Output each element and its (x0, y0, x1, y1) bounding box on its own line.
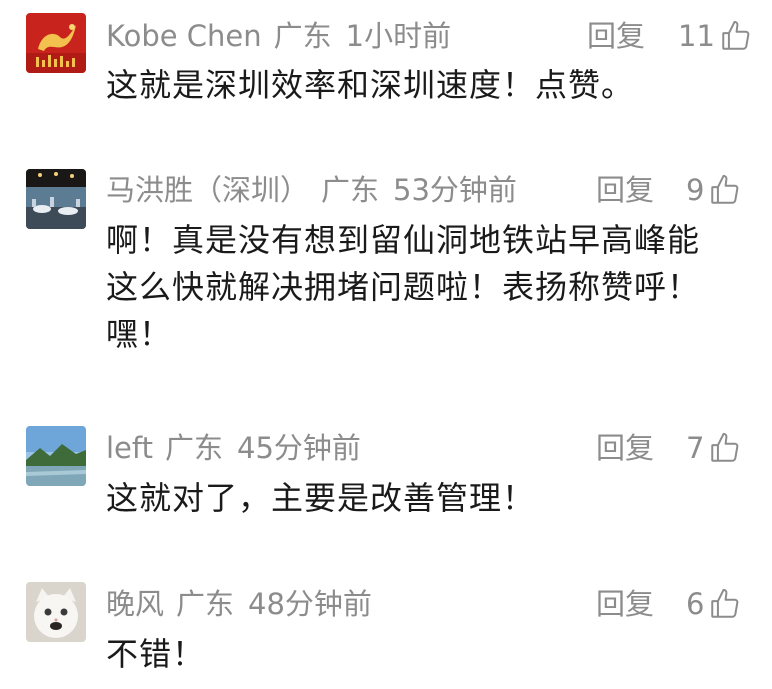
timestamp: 45分钟前 (237, 431, 361, 465)
author-name[interactable]: left (106, 431, 153, 465)
like-count: 11 (678, 19, 715, 53)
thumbs-up-icon (711, 588, 739, 618)
avatar[interactable] (26, 426, 86, 486)
comment-meta: Kobe Chen 广东 1小时前 (106, 16, 465, 56)
like-button[interactable]: 9 (686, 170, 742, 210)
like-button[interactable]: 6 (686, 584, 742, 624)
like-button[interactable]: 11 (678, 16, 753, 56)
comment-meta: 晚风 广东 48分钟前 (106, 584, 386, 624)
avatar[interactable] (26, 13, 86, 73)
like-button[interactable]: 7 (686, 428, 742, 468)
author-name[interactable]: Kobe Chen (106, 19, 262, 53)
author-name[interactable]: 晚风 (106, 587, 164, 621)
location: 广东 (273, 19, 332, 53)
avatar[interactable] (26, 582, 86, 642)
like-count: 9 (686, 173, 705, 207)
landscape-avatar-icon (26, 426, 86, 486)
red-dragon-avatar-icon (26, 13, 86, 73)
comment-meta: 马洪胜（深圳） 广东 53分钟前 (106, 170, 531, 210)
comment-text: 这就是深圳效率和深圳速度！点赞。 (106, 66, 635, 104)
author-name[interactable]: 马洪胜（深圳） (106, 173, 309, 207)
timestamp: 48分钟前 (248, 587, 372, 621)
thumbs-up-icon (711, 174, 739, 204)
white-cat-avatar-icon (26, 582, 86, 642)
reply-button[interactable]: 回复 (596, 170, 654, 210)
comment-text: 这就对了，主要是改善管理！ (106, 479, 536, 517)
timestamp: 1小时前 (345, 19, 452, 53)
comment-text: 不错！ (106, 635, 206, 673)
location: 广东 (164, 431, 223, 465)
reply-button[interactable]: 回复 (596, 428, 654, 468)
comment-meta: left 广东 45分钟前 (106, 428, 375, 468)
avatar[interactable] (26, 169, 86, 229)
reply-button[interactable]: 回复 (596, 584, 654, 624)
comment-text: 啊！真是没有想到留仙洞地铁站早高峰能这么快就解决拥堵问题啦！表扬称赞呼！嘿！ (106, 221, 701, 353)
location: 广东 (176, 587, 235, 621)
reply-button[interactable]: 回复 (587, 16, 645, 56)
timestamp: 53分钟前 (393, 173, 517, 207)
like-count: 7 (686, 431, 705, 465)
banquet-hall-avatar-icon (26, 169, 86, 229)
thumbs-up-icon (722, 20, 750, 50)
location: 广东 (321, 173, 380, 207)
thumbs-up-icon (711, 432, 739, 462)
like-count: 6 (686, 587, 705, 621)
